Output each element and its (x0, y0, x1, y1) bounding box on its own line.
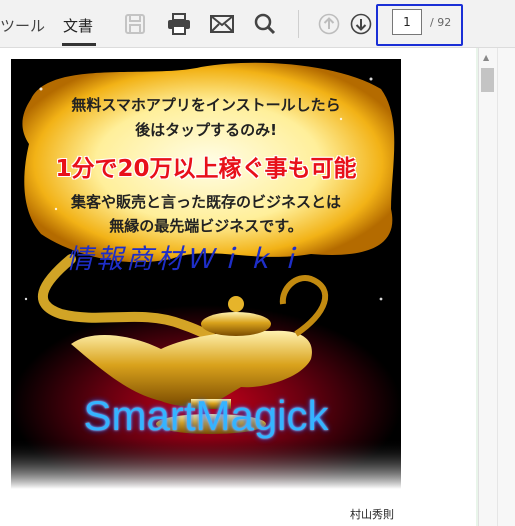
active-tab-indicator (62, 43, 96, 46)
save-button[interactable] (122, 11, 148, 37)
next-page-button[interactable] (348, 11, 374, 37)
mail-icon (210, 15, 234, 33)
vertical-scrollbar[interactable]: ▲ (478, 48, 515, 526)
cover-line-4: 無縁の最先端ビジネスです。 (109, 217, 303, 235)
print-button[interactable] (166, 11, 192, 37)
document-viewer[interactable]: 無料スマホアプリをインストールしたら 後はタップするのみ! 1分で20万以上稼ぐ… (0, 48, 478, 526)
email-button[interactable] (209, 11, 235, 37)
scroll-track-divider (497, 48, 498, 526)
author-name: 村山秀則 (350, 508, 394, 521)
pdf-page: 無料スマホアプリをインストールしたら 後はタップするのみ! 1分で20万以上稼ぐ… (0, 48, 476, 526)
scroll-up-arrow-icon[interactable]: ▲ (483, 53, 489, 62)
page-number-input[interactable]: 1 (392, 9, 422, 35)
previous-page-button[interactable] (316, 11, 342, 37)
cover-line-1: 無料スマホアプリをインストールしたら (71, 96, 341, 114)
arrow-down-icon (350, 13, 372, 35)
cover-image: 無料スマホアプリをインストールしたら 後はタップするのみ! 1分で20万以上稼ぐ… (11, 59, 401, 489)
cover-line-2: 後はタップするのみ! (135, 121, 277, 139)
cover-line-3: 集客や販売と言った既存のビジネスとは (70, 193, 341, 211)
product-name: SmartMagick (83, 392, 329, 439)
watermark: 情報商材Ｗｉｋｉ (66, 244, 306, 275)
toolbar: ツール 文書 1 / 92 (0, 0, 515, 48)
print-icon (168, 13, 190, 35)
arrow-up-icon (318, 13, 340, 35)
save-icon (125, 14, 145, 34)
scrollbar-thumb[interactable] (481, 68, 494, 92)
toolbar-separator (298, 10, 299, 38)
search-icon (254, 13, 276, 35)
search-button[interactable] (252, 11, 278, 37)
page-total: / 92 (430, 16, 452, 29)
tab-tools[interactable]: ツール (0, 15, 45, 36)
tab-document[interactable]: 文書 (63, 15, 93, 36)
cover-headline: 1分で20万以上稼ぐ事も可能 (55, 156, 357, 182)
